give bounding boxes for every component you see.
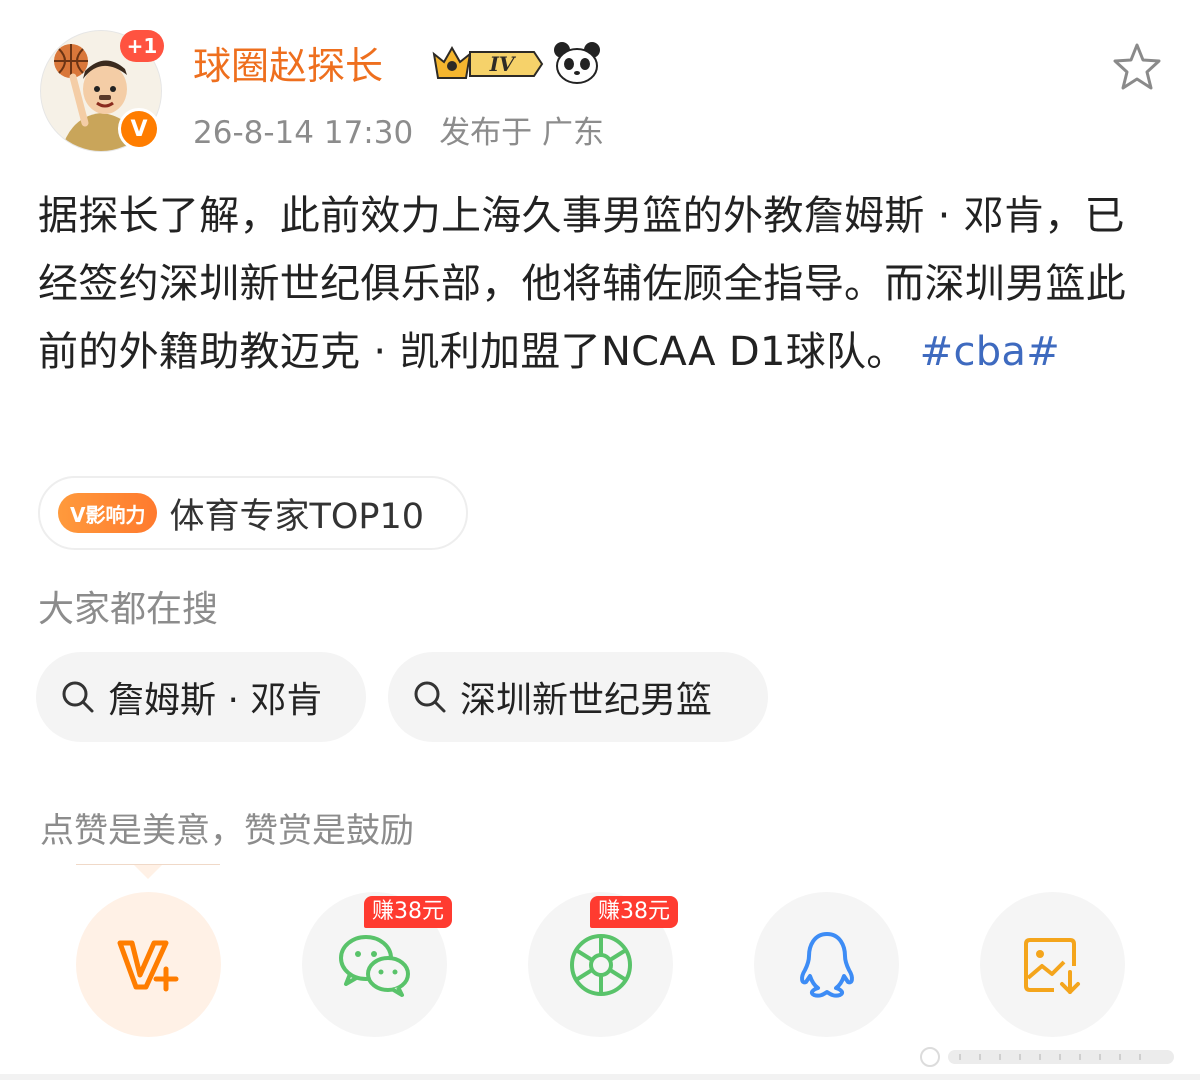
verified-badge: V (118, 108, 160, 150)
post-meta: 26-8-14 17:30 发布于 广东 (193, 112, 604, 154)
search-chip-label: 詹姆斯 · 邓肯 (108, 680, 323, 721)
favorite-star-icon[interactable] (1110, 40, 1164, 94)
post-body: 据探长了解，此前效力上海久事男篮的外教詹姆斯 · 邓肯，已经签约深圳新世纪俱乐部… (38, 182, 1163, 386)
save-image-icon (1023, 937, 1080, 994)
page-indicator (920, 1047, 1174, 1067)
qq-share-button[interactable] (754, 892, 899, 1037)
post-time: 26-8-14 17:30 (193, 115, 414, 151)
post-location: 发布于 广东 (439, 115, 605, 151)
tooltip-arrow (134, 865, 162, 879)
panda-icon (554, 42, 600, 84)
username[interactable]: 球圈赵探长 (193, 40, 383, 92)
hashtag-link[interactable]: #cba# (920, 329, 1060, 375)
vip-level-badge[interactable]: IV (430, 40, 546, 86)
v-influence-badge: V影响力 (58, 493, 158, 533)
search-chip-james-duncan[interactable]: 詹姆斯 · 邓肯 (36, 652, 366, 742)
save-image-button[interactable] (980, 892, 1125, 1037)
search-icon (414, 681, 446, 713)
influence-chip[interactable]: V影响力 体育专家TOP10 (38, 476, 468, 550)
qq-icon (799, 931, 854, 998)
search-icon (62, 681, 94, 713)
earn-tag-wechat: 赚38元 (364, 896, 452, 928)
vip-level-text: IV (489, 52, 517, 76)
earn-tag-moments: 赚38元 (590, 896, 678, 928)
v-plus-icon (117, 940, 178, 991)
wechat-icon (338, 934, 410, 997)
search-chip-shenzhen-new-century[interactable]: 深圳新世纪男篮 (388, 652, 768, 742)
moments-icon (569, 933, 632, 996)
notification-badge: +1 (120, 30, 164, 62)
influence-label: 体育专家TOP10 (169, 496, 425, 537)
bottom-divider (0, 1074, 1200, 1080)
v-plus-reward-button[interactable] (76, 892, 221, 1037)
search-section-title: 大家都在搜 (38, 589, 219, 630)
search-chip-label: 深圳新世纪男篮 (460, 680, 713, 721)
reward-prompt: 点赞是美意，赞赏是鼓励 (40, 811, 414, 851)
